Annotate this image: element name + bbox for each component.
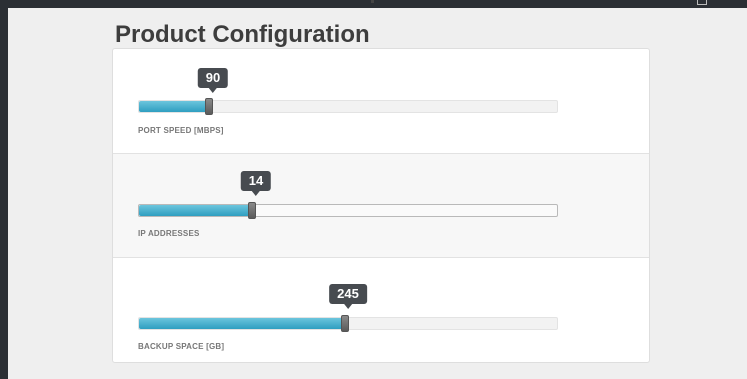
slider-handle[interactable] (205, 98, 213, 115)
slider-handle[interactable] (248, 202, 256, 219)
slider-row-port-speed: 90 PORT SPEED [MBPS] (113, 49, 649, 153)
page-title: Product Configuration (115, 21, 370, 48)
slider-label: IP ADDRESSES (138, 229, 200, 238)
slider-fill (139, 205, 252, 216)
slider-value-bubble: 90 (197, 68, 229, 93)
backup-space-slider[interactable] (138, 315, 558, 332)
top-indicator (371, 0, 374, 3)
port-speed-slider[interactable] (138, 98, 558, 115)
top-bar (0, 0, 747, 8)
main-panel: Product Configuration 90 PORT SPEED [MBP… (8, 8, 747, 379)
slider-value-bubble: 14 (240, 171, 272, 196)
slider-row-backup-space: 245 BACKUP SPACE [GB] (113, 258, 649, 362)
slider-label: PORT SPEED [MBPS] (138, 126, 224, 135)
slider-handle[interactable] (341, 315, 349, 332)
configuration-card: 90 PORT SPEED [MBPS] 14 IP ADDRESSES 245 (112, 48, 650, 363)
slider-row-ip-addresses: 14 IP ADDRESSES (113, 154, 649, 258)
window-gripper-icon (697, 0, 707, 5)
slider-fill (139, 318, 345, 329)
slider-value-bubble: 245 (329, 284, 367, 309)
ip-addresses-slider[interactable] (138, 202, 558, 219)
slider-label: BACKUP SPACE [GB] (138, 342, 225, 351)
slider-fill (139, 101, 210, 112)
